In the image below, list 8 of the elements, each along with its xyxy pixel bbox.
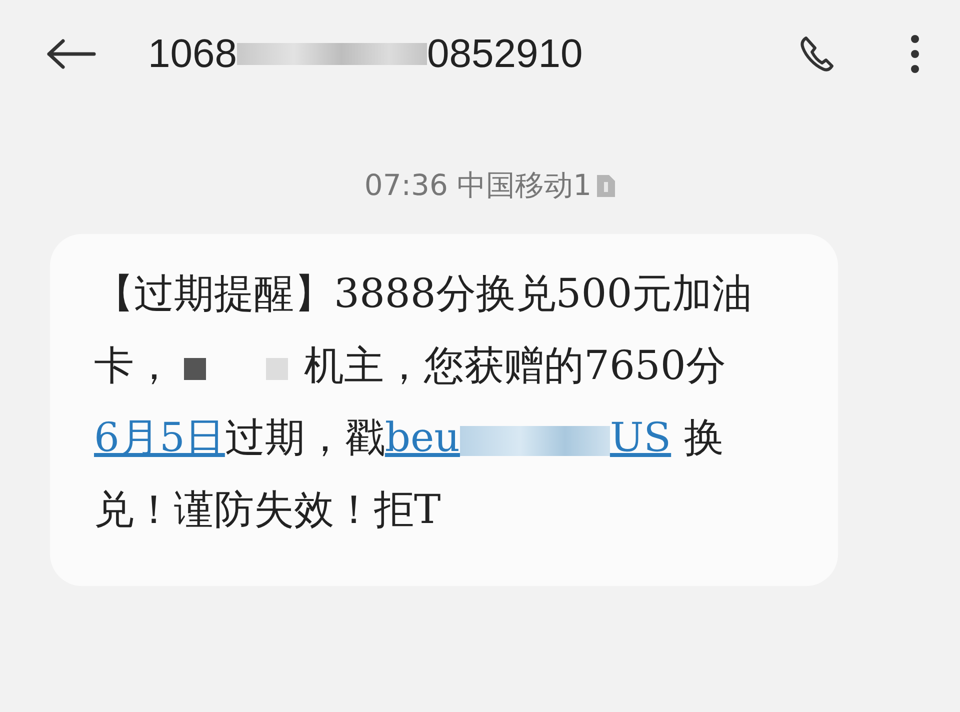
phone-number: 1068 0852910 <box>148 32 584 76</box>
message-time: 07:36 中国移动1 <box>364 167 592 204</box>
back-icon[interactable] <box>46 39 96 69</box>
message-link[interactable]: beu US <box>384 415 672 461</box>
more-icon[interactable] <box>910 34 920 74</box>
sim-card-icon <box>596 174 616 198</box>
message-link[interactable]: 6月5日 <box>94 415 225 461</box>
message-text: 【过期提醒】3888分换兑500元加油卡， 机主，您获赠的7650分 6月5日过期，戳beu US 换兑！谨防失效！拒T <box>94 270 754 535</box>
